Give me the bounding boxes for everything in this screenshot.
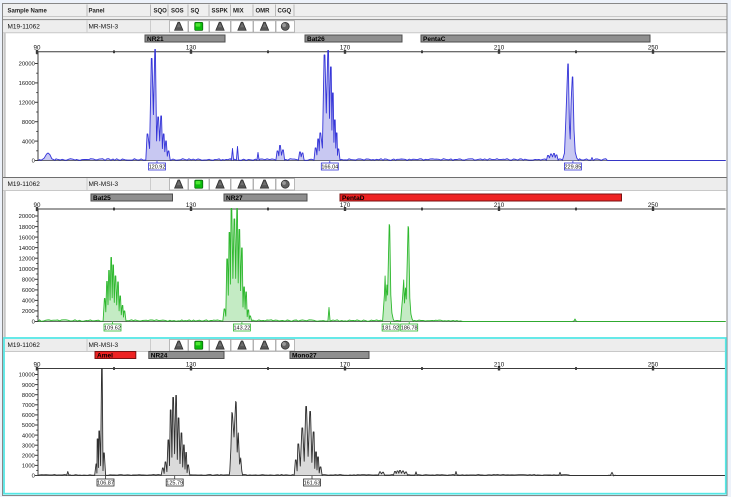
svg-text:0: 0 xyxy=(32,320,35,326)
svg-text:8000: 8000 xyxy=(22,120,35,126)
svg-text:8000: 8000 xyxy=(22,393,35,399)
svg-text:181.92: 181.92 xyxy=(382,326,399,332)
svg-text:Panel: Panel xyxy=(89,8,105,14)
svg-text:20000: 20000 xyxy=(19,214,35,220)
svg-text:6000: 6000 xyxy=(22,413,35,419)
svg-text:12000: 12000 xyxy=(19,256,35,262)
svg-text:10000: 10000 xyxy=(19,373,35,379)
svg-text:0: 0 xyxy=(32,474,35,480)
svg-text:M19-11062: M19-11062 xyxy=(8,23,41,30)
svg-text:CGQ: CGQ xyxy=(278,8,292,14)
svg-text:166.04: 166.04 xyxy=(321,165,338,171)
svg-text:7000: 7000 xyxy=(22,403,35,409)
svg-text:109.62: 109.62 xyxy=(104,326,121,332)
svg-text:4000: 4000 xyxy=(22,299,35,305)
svg-text:106.87: 106.87 xyxy=(97,481,114,487)
svg-text:MR-MSI-3: MR-MSI-3 xyxy=(89,23,119,30)
svg-text:143.22: 143.22 xyxy=(233,326,250,332)
svg-text:Amel: Amel xyxy=(97,353,113,360)
svg-text:3000: 3000 xyxy=(22,443,35,449)
svg-text:10000: 10000 xyxy=(19,267,35,273)
svg-text:MR-MSI-3: MR-MSI-3 xyxy=(89,181,119,188)
svg-text:186.78: 186.78 xyxy=(401,326,418,332)
svg-text:4000: 4000 xyxy=(22,139,35,145)
svg-text:NR27: NR27 xyxy=(226,195,243,202)
svg-text:M19-11062: M19-11062 xyxy=(8,342,41,349)
svg-text:120.92: 120.92 xyxy=(149,165,166,171)
svg-text:4000: 4000 xyxy=(22,433,35,439)
svg-text:MR-MSI-3: MR-MSI-3 xyxy=(89,342,119,349)
svg-text:SSPK: SSPK xyxy=(212,8,229,14)
svg-text:SQO: SQO xyxy=(154,8,168,14)
svg-text:5000: 5000 xyxy=(22,423,35,429)
svg-text:12000: 12000 xyxy=(19,101,35,107)
svg-text:SOS: SOS xyxy=(171,8,184,14)
svg-text:18000: 18000 xyxy=(19,225,35,231)
svg-text:9000: 9000 xyxy=(22,383,35,389)
svg-text:MIX: MIX xyxy=(233,8,244,14)
svg-text:Bat25: Bat25 xyxy=(93,195,111,202)
svg-text:161.63: 161.63 xyxy=(304,481,321,487)
svg-text:Sample Name: Sample Name xyxy=(8,8,48,14)
svg-text:Bat26: Bat26 xyxy=(307,36,325,43)
svg-text:16000: 16000 xyxy=(19,81,35,87)
svg-text:Mono27: Mono27 xyxy=(292,353,317,360)
svg-text:2000: 2000 xyxy=(22,454,35,460)
svg-text:229.85: 229.85 xyxy=(564,165,581,171)
svg-text:SQ: SQ xyxy=(191,8,200,14)
svg-text:14000: 14000 xyxy=(19,246,35,252)
svg-text:8000: 8000 xyxy=(22,278,35,284)
svg-text:16000: 16000 xyxy=(19,235,35,241)
svg-text:NR24: NR24 xyxy=(151,353,168,360)
svg-text:PentaC: PentaC xyxy=(423,36,446,43)
svg-text:20000: 20000 xyxy=(19,62,35,68)
svg-text:125.79: 125.79 xyxy=(166,481,183,487)
svg-text:M19-11062: M19-11062 xyxy=(8,181,41,188)
svg-text:1000: 1000 xyxy=(22,464,35,470)
svg-text:2000: 2000 xyxy=(22,309,35,315)
svg-text:OMR: OMR xyxy=(256,8,271,14)
svg-text:6000: 6000 xyxy=(22,288,35,294)
svg-text:0: 0 xyxy=(32,159,35,165)
svg-text:NR21: NR21 xyxy=(147,36,164,43)
